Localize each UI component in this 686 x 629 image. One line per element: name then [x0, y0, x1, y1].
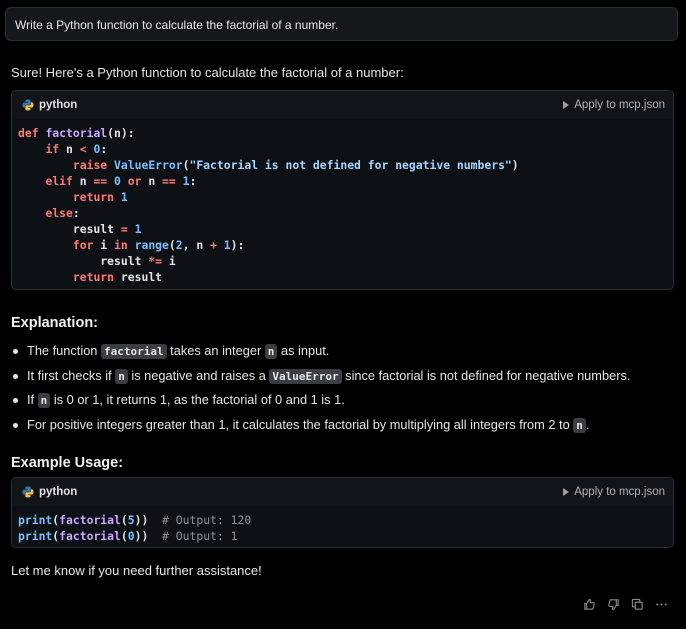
python-icon	[22, 99, 34, 111]
apply-button[interactable]: Apply to mcp.json	[563, 486, 665, 498]
example-heading: Example Usage:	[11, 455, 124, 471]
list-item: If n is 0 or 1, it returns 1, as the fac…	[11, 390, 671, 415]
apply-label: Apply to mcp.json	[574, 486, 665, 498]
user-message: Write a Python function to calculate the…	[5, 7, 678, 41]
play-icon	[563, 488, 570, 496]
explanation-heading: Explanation:	[11, 315, 99, 331]
python-icon	[22, 486, 34, 498]
play-icon	[563, 101, 570, 109]
apply-button[interactable]: Apply to mcp.json	[563, 99, 665, 111]
thumbs-down-icon[interactable]	[606, 597, 620, 611]
code-header: python Apply to mcp.json	[12, 478, 673, 506]
code-block-factorial: python Apply to mcp.json def factorial(n…	[11, 90, 674, 290]
message-actions	[582, 597, 668, 611]
list-item: The function factorial takes an integer …	[11, 341, 671, 366]
explanation-list: The function factorial takes an integer …	[11, 341, 671, 439]
language-text: python	[39, 99, 78, 111]
apply-label: Apply to mcp.json	[574, 99, 665, 111]
intro-text: Sure! Here's a Python function to calcul…	[11, 65, 404, 80]
code-header: python Apply to mcp.json	[12, 91, 673, 119]
language-text: python	[39, 486, 78, 498]
list-item: For positive integers greater than 1, it…	[11, 415, 671, 440]
closing-text: Let me know if you need further assistan…	[11, 563, 262, 578]
code-block-example: python Apply to mcp.json print(factorial…	[11, 477, 674, 548]
language-label: python	[22, 486, 77, 498]
more-icon[interactable]	[654, 597, 668, 611]
list-item: It first checks if n is negative and rai…	[11, 366, 671, 391]
language-label: python	[22, 99, 77, 111]
thumbs-up-icon[interactable]	[582, 597, 596, 611]
copy-icon[interactable]	[630, 597, 644, 611]
code-content: def factorial(n): if n < 0: raise ValueE…	[18, 126, 519, 284]
code-content: print(factorial(5)) # Output: 120 print(…	[18, 513, 252, 543]
